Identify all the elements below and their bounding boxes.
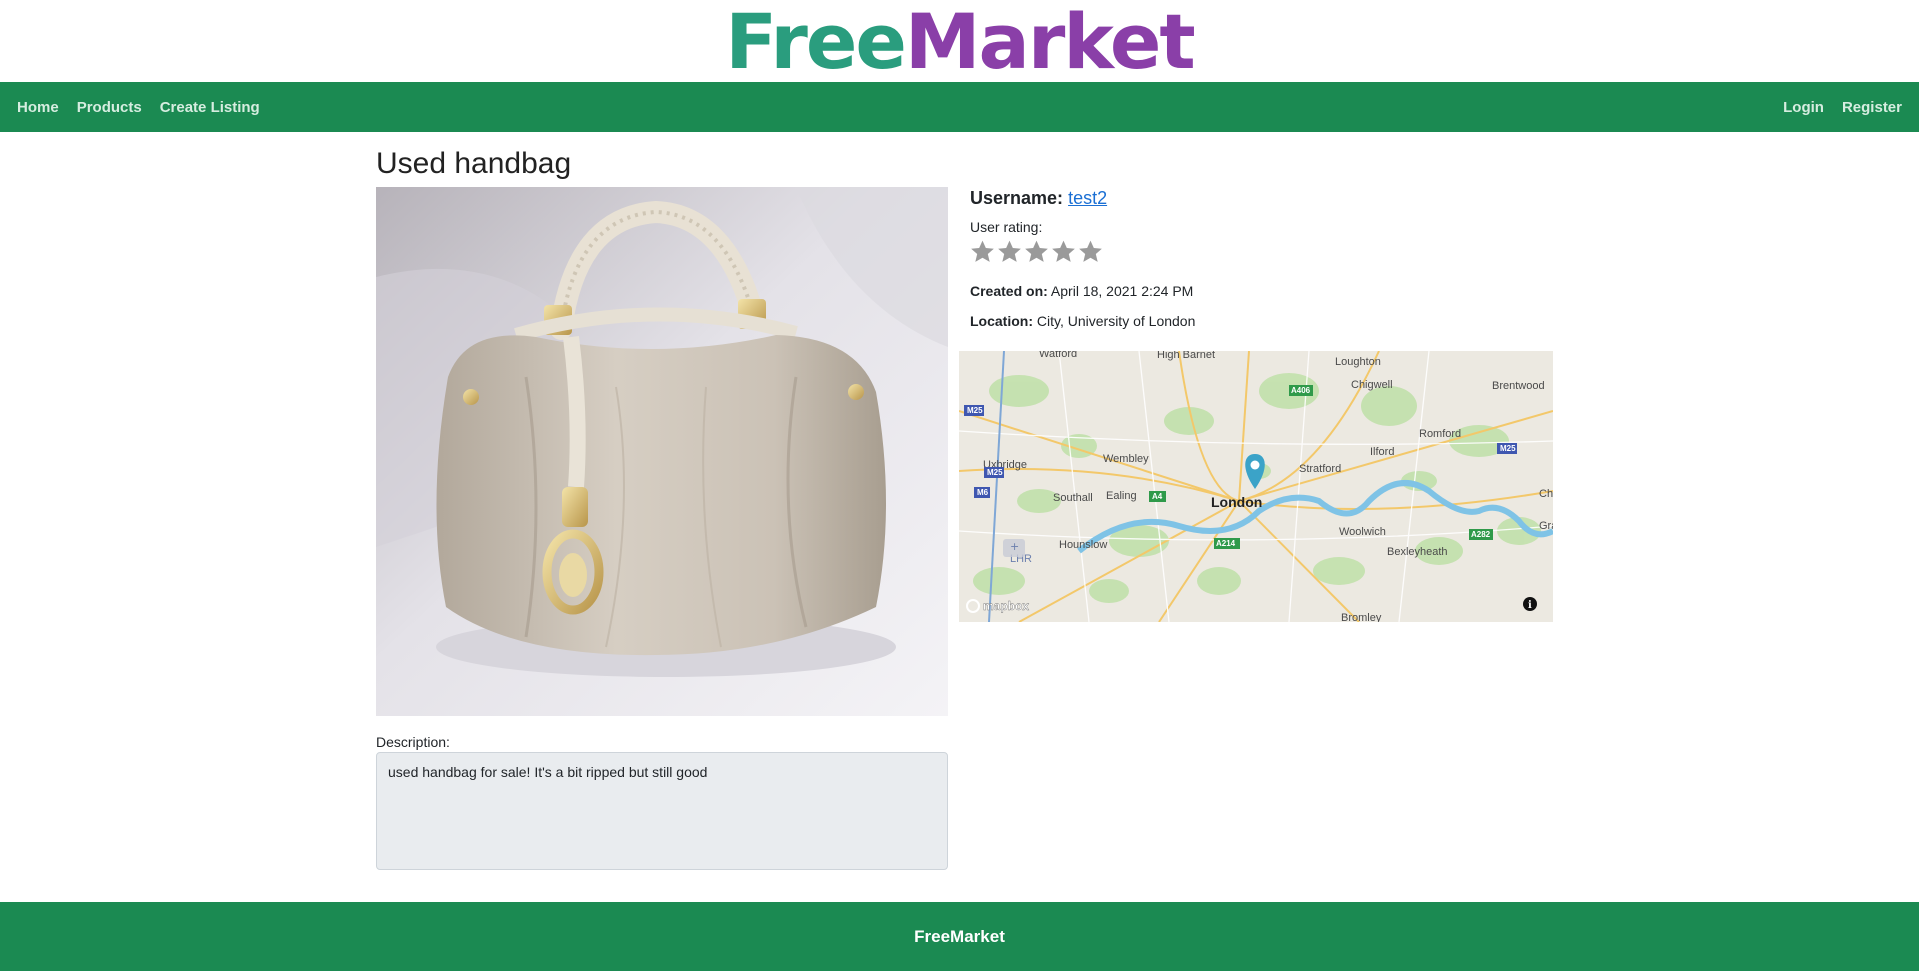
page-title: Used handbag <box>376 147 572 180</box>
svg-text:Stratford: Stratford <box>1299 463 1341 475</box>
map-attribution: mapbox <box>983 599 1029 613</box>
site-logo[interactable]: FreeMarket <box>725 2 1195 80</box>
location-label: Location: <box>970 313 1033 329</box>
svg-text:Chigwell: Chigwell <box>1351 379 1393 391</box>
star-icon <box>1025 240 1048 262</box>
created-value: April 18, 2021 2:24 PM <box>1050 283 1194 299</box>
svg-text:Ilford: Ilford <box>1370 446 1394 458</box>
svg-text:London: London <box>1211 494 1262 510</box>
description-label: Description: <box>376 734 450 750</box>
svg-text:Southall: Southall <box>1053 492 1093 504</box>
username-link[interactable]: test2 <box>1068 188 1107 208</box>
nav-login[interactable]: Login <box>1774 99 1833 116</box>
rating-stars <box>970 239 1530 269</box>
svg-text:M6: M6 <box>977 488 989 497</box>
svg-text:Watford: Watford <box>1039 351 1077 360</box>
nav-create-listing[interactable]: Create Listing <box>151 99 269 116</box>
star-icon <box>971 240 994 262</box>
svg-text:M25: M25 <box>967 406 983 415</box>
svg-text:A4: A4 <box>1152 492 1163 501</box>
logo-free: Free <box>725 0 907 86</box>
footer: FreeMarket <box>0 902 1919 971</box>
map-canvas[interactable]: Watford High Barnet Loughton Chigwell Br… <box>959 351 1553 622</box>
main-navbar: Home Products Create Listing Login Regis… <box>0 82 1919 132</box>
rating-label: User rating: <box>970 219 1043 235</box>
svg-text:A406: A406 <box>1291 386 1311 395</box>
nav-left: Home Products Create Listing <box>8 99 269 116</box>
handbag-photo <box>376 187 948 716</box>
svg-text:Romford: Romford <box>1419 428 1461 440</box>
svg-text:Gra: Gra <box>1539 520 1553 532</box>
info-icon[interactable]: i <box>1523 597 1537 611</box>
location-map[interactable]: Watford High Barnet Loughton Chigwell Br… <box>959 351 1553 622</box>
created-row: Created on: April 18, 2021 2:24 PM <box>970 283 1530 299</box>
location-row: Location: City, University of London <box>970 313 1530 329</box>
svg-text:Wembley: Wembley <box>1103 453 1149 465</box>
footer-brand: FreeMarket <box>914 926 1005 946</box>
svg-text:M25: M25 <box>987 468 1003 477</box>
product-image <box>376 187 948 716</box>
nav-right: Login Register <box>1774 99 1911 116</box>
star-icon <box>1079 240 1102 262</box>
seller-info: Username: test2 User rating: Created on:… <box>970 188 1530 329</box>
star-icon <box>998 240 1021 262</box>
svg-text:Ealing: Ealing <box>1106 490 1137 502</box>
svg-text:A214: A214 <box>1216 539 1236 548</box>
created-label: Created on: <box>970 283 1048 299</box>
svg-text:Brentwood: Brentwood <box>1492 380 1545 392</box>
username-label: Username: <box>970 188 1064 208</box>
svg-text:+: + <box>1010 540 1019 553</box>
nav-home[interactable]: Home <box>8 99 68 116</box>
star-icon <box>1052 240 1075 262</box>
nav-products[interactable]: Products <box>68 99 151 116</box>
svg-text:Ch: Ch <box>1539 488 1553 500</box>
svg-text:Bexleyheath: Bexleyheath <box>1387 546 1448 558</box>
logo-bar: FreeMarket <box>0 0 1919 82</box>
svg-text:High Barnet: High Barnet <box>1157 351 1215 361</box>
logo-market: Market <box>904 0 1196 86</box>
svg-text:Loughton: Loughton <box>1335 356 1381 368</box>
nav-register[interactable]: Register <box>1833 99 1911 116</box>
username-row: Username: test2 <box>970 188 1530 209</box>
svg-text:i: i <box>1528 600 1532 611</box>
svg-text:A282: A282 <box>1471 530 1491 539</box>
location-value: City, University of London <box>1036 313 1196 329</box>
svg-text:Woolwich: Woolwich <box>1339 526 1386 538</box>
description-box: used handbag for sale! It's a bit ripped… <box>376 752 948 870</box>
svg-text:Bromley: Bromley <box>1341 612 1382 622</box>
svg-text:Hounslow: Hounslow <box>1059 539 1107 551</box>
svg-text:M25: M25 <box>1500 444 1516 453</box>
